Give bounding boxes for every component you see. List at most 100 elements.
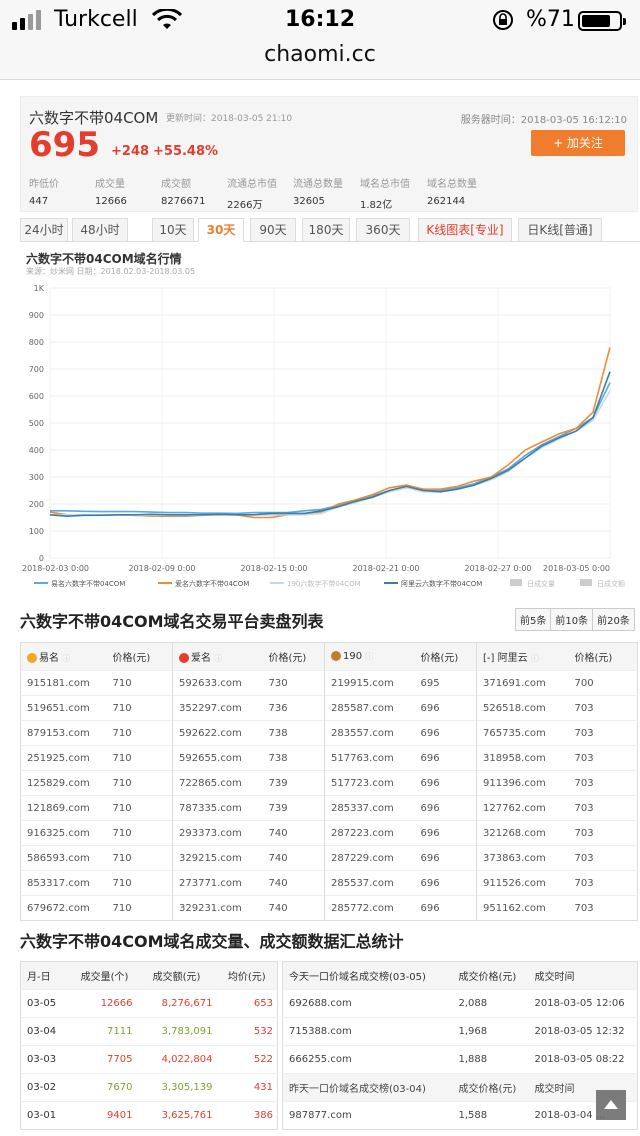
domain-cell[interactable]: 526518.com (476, 695, 569, 721)
price-cell: 2,088 (452, 989, 529, 1018)
avg-cell: 522 (216, 1045, 278, 1074)
table-row: 03-05 12666 8,276,671 653 (20, 989, 278, 1018)
domain-cell[interactable]: 121869.com (20, 795, 107, 821)
domain-cell[interactable]: 283557.com (324, 720, 415, 746)
tab-k-chart-pro[interactable]: K线图表[专业] (418, 218, 512, 242)
domain-cell[interactable]: 287229.com (324, 845, 415, 871)
domain-cell[interactable]: 285537.com (324, 870, 415, 896)
domain-cell[interactable]: 987877.com (282, 1101, 453, 1130)
amount-header: 成交额(元) (136, 961, 217, 990)
domain-cell[interactable]: 285772.com (324, 895, 415, 921)
tab-10d[interactable]: 10天 (152, 218, 194, 242)
domain-cell[interactable]: 666255.com (282, 1045, 453, 1074)
battery-icon (578, 11, 626, 31)
price-cell: 710 (106, 820, 173, 846)
top5-button[interactable]: 前5条 (515, 608, 552, 631)
domain-cell[interactable]: 765735.com (476, 720, 569, 746)
deal-price-header: 成交价格(元) (452, 961, 529, 990)
domain-cell[interactable]: 951162.com (476, 895, 569, 921)
table-header-row: 今天一口价域名成交榜(03-05) 成交价格(元) 成交时间 (282, 961, 638, 990)
y-tick-label: 600 (29, 392, 44, 401)
domain-cell[interactable]: 329215.com (172, 845, 263, 871)
domain-cell[interactable]: 371691.com (476, 670, 569, 696)
domain-cell[interactable]: 373863.com (476, 845, 569, 871)
price-cell: 703 (568, 745, 638, 771)
table-row: 987877.com 1,588 2018-03-04 ... (282, 1101, 638, 1130)
top10-button[interactable]: 前10条 (550, 608, 594, 631)
platform-190-header: 190 ⓘ (324, 642, 415, 671)
price-cell: 740 (262, 845, 325, 871)
server-time: 服务器时间：2018-03-05 16:12:10 (460, 115, 627, 126)
domain-cell[interactable]: 879153.com (20, 720, 107, 746)
domain-cell[interactable]: 911526.com (476, 870, 569, 896)
table-row: 915181.com 710 592633.com 730 219915.com 695 3… (20, 670, 638, 696)
domain-cell[interactable]: 915181.com (20, 670, 107, 696)
table-row: 692688.com 2,088 2018-03-05 12:06 (282, 989, 638, 1018)
domain-cell[interactable]: 592633.com (172, 670, 263, 696)
stat-low: 昨低价 447 (29, 179, 59, 207)
stat-amount: 成交额 8276671 (161, 179, 206, 207)
domain-cell[interactable]: 519651.com (20, 695, 107, 721)
domain-cell[interactable]: 293373.com (172, 820, 263, 846)
domain-cell[interactable]: 517763.com (324, 745, 415, 771)
table-row: 679672.com 710 329231.com 740 285772.com 696 9… (20, 895, 638, 921)
battery-percent: %71 (526, 7, 575, 32)
domain-cell[interactable]: 125829.com (20, 770, 107, 796)
today-top-header: 今天一口价域名成交榜(03-05) (282, 961, 453, 990)
domain-cell[interactable]: 251925.com (20, 745, 107, 771)
tab-180d[interactable]: 180天 (302, 218, 350, 242)
domain-cell[interactable]: 853317.com (20, 870, 107, 896)
domain-cell[interactable]: 219915.com (324, 670, 415, 696)
tab-24h[interactable]: 24小时 (20, 218, 68, 242)
domain-cell[interactable]: 127762.com (476, 795, 569, 821)
domain-cell[interactable]: 586593.com (20, 845, 107, 871)
price-cell: 740 (262, 895, 325, 921)
domain-cell[interactable]: 787335.com (172, 795, 263, 821)
domain-cell[interactable]: 916325.com (20, 820, 107, 846)
volume-header: 成交量(个) (72, 961, 137, 990)
domain-cell[interactable]: 321268.com (476, 820, 569, 846)
domain-cell[interactable]: 329231.com (172, 895, 263, 921)
domain-cell[interactable]: 517723.com (324, 770, 415, 796)
amount-cell: 3,783,091 (136, 1017, 217, 1046)
tab-daily-k[interactable]: 日K线[普通] (518, 218, 602, 242)
y-tick-label: 700 (29, 365, 44, 374)
back-to-top-button[interactable] (596, 1090, 626, 1120)
series-line (50, 382, 611, 515)
legend-swatch (580, 579, 592, 586)
price-cell: 739 (262, 770, 325, 796)
tab-48h[interactable]: 48小时 (72, 218, 128, 242)
tab-360d[interactable]: 360天 (356, 218, 410, 242)
price-cell: 696 (414, 820, 477, 846)
domain-cell[interactable]: 285587.com (324, 695, 415, 721)
table-row: 03-04 7111 3,783,091 532 (20, 1017, 278, 1046)
domain-cell[interactable]: 318958.com (476, 745, 569, 771)
price-cell: 703 (568, 845, 638, 871)
domain-cell[interactable]: 911396.com (476, 770, 569, 796)
price-cell: 736 (262, 695, 325, 721)
follow-button[interactable]: + 加关注 (531, 130, 625, 156)
domain-cell[interactable]: 273771.com (172, 870, 263, 896)
domain-cell[interactable]: 679672.com (20, 895, 107, 921)
domain-cell[interactable]: 692688.com (282, 989, 453, 1018)
domain-cell[interactable]: 722865.com (172, 770, 263, 796)
domain-cell[interactable]: 285337.com (324, 795, 415, 821)
legend-label: 爱名六数字不带04COM (175, 579, 249, 588)
avg-cell: 386 (216, 1101, 278, 1130)
domain-cell[interactable]: 715388.com (282, 1017, 453, 1046)
tab-90d[interactable]: 90天 (250, 218, 296, 242)
domain-cell[interactable]: 287223.com (324, 820, 415, 846)
domain-cell[interactable]: 592655.com (172, 745, 263, 771)
address-bar[interactable]: chaomi.cc (0, 40, 640, 80)
top20-button[interactable]: 前20条 (592, 608, 635, 631)
price-cell: 696 (414, 745, 477, 771)
190-logo-icon (331, 651, 341, 661)
domain-cell[interactable]: 592622.com (172, 720, 263, 746)
tab-30d[interactable]: 30天 (198, 218, 244, 242)
price-header: 价格(元) (568, 642, 638, 671)
price-cell: 696 (414, 845, 477, 871)
domain-cell[interactable]: 352297.com (172, 695, 263, 721)
y-tick-label: 300 (29, 473, 44, 482)
table-row: 853317.com 710 273771.com 740 285537.com 696 9… (20, 870, 638, 896)
avg-cell: 532 (216, 1017, 278, 1046)
